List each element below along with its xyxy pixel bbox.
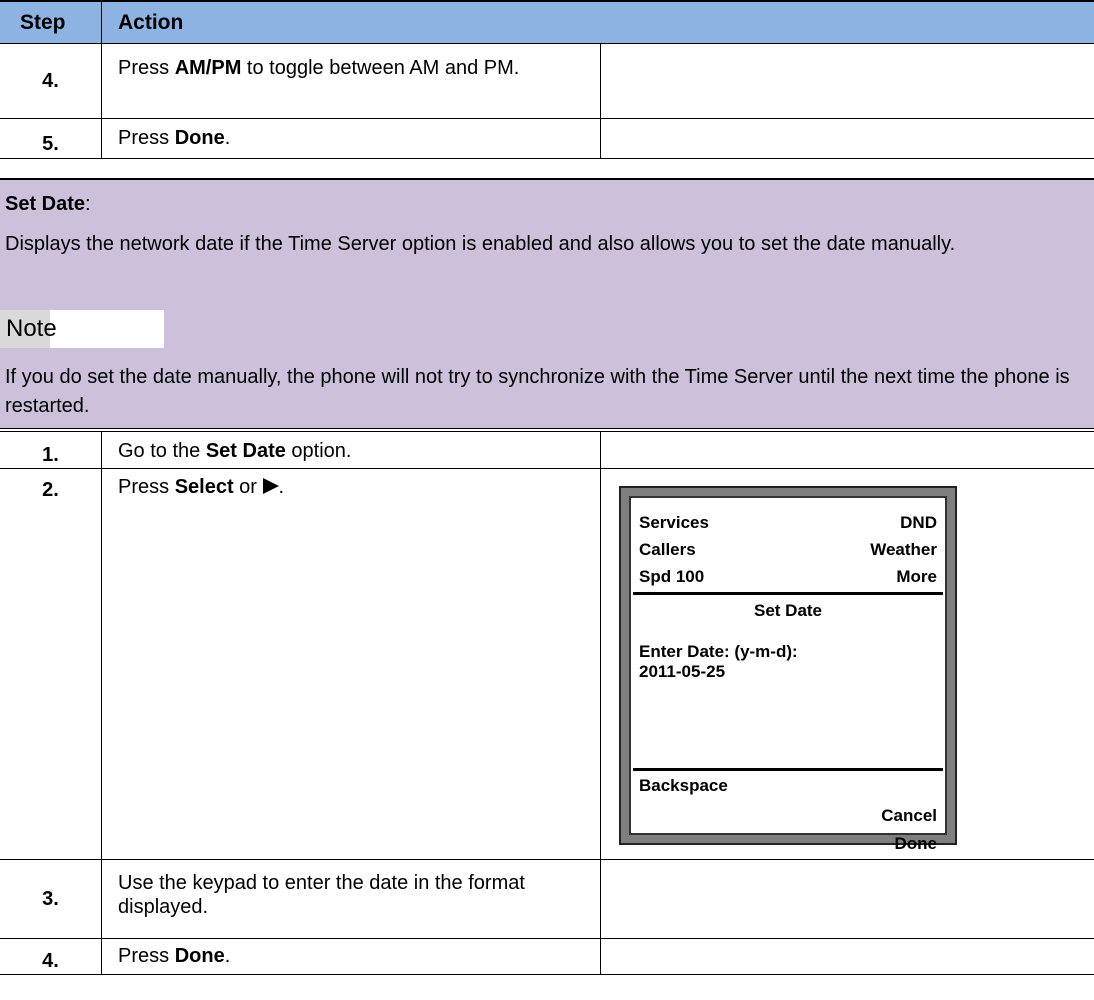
note-text: If you do set the date manually, the pho… (5, 366, 1070, 417)
table-header: Step Action (0, 0, 1094, 44)
column-divider (101, 469, 102, 859)
column-divider (101, 860, 102, 938)
right-arrow-icon (262, 478, 279, 494)
step-number: 2. (42, 479, 59, 501)
phone-screen: Services DND Callers Weather Spd 100 Mor… (629, 496, 947, 853)
table-row: 3. Use the keypad to enter the date in t… (0, 860, 1094, 939)
section-title: Set Date: (5, 193, 91, 215)
step-number: 4. (42, 70, 59, 92)
step-action: Press Select or . (118, 476, 285, 498)
softkey-done[interactable]: Done (895, 834, 938, 854)
column-divider (101, 119, 102, 158)
column-divider (600, 119, 601, 158)
step-number: 4. (42, 950, 59, 972)
note-callout: Note (0, 310, 164, 348)
table-row: 1. Go to the Set Date option. (0, 432, 1094, 469)
step-action: Press Done. (118, 127, 231, 149)
softkey-spd-100[interactable]: Spd 100 (639, 567, 704, 587)
column-divider (600, 860, 601, 938)
step-action: Press Done. (118, 945, 231, 967)
softkey-callers[interactable]: Callers (639, 540, 696, 560)
column-divider (600, 939, 601, 974)
procedure-table: Step Action 4. Press AM/PM to toggle bet… (0, 0, 1094, 1000)
column-divider (600, 469, 601, 859)
step-action: Press AM/PM to toggle between AM and PM. (118, 57, 520, 79)
step-action: Go to the Set Date option. (118, 440, 352, 462)
screen-divider (633, 768, 943, 771)
screen-divider (633, 592, 943, 595)
step-action: Use the keypad to enter the date in the … (118, 872, 525, 918)
table-row: 5. Press Done. (0, 119, 1094, 159)
softkey-more[interactable]: More (896, 567, 937, 587)
header-step: Step (20, 11, 66, 34)
section-description: Displays the network date if the Time Se… (5, 233, 956, 255)
column-divider (101, 939, 102, 974)
note-label: Note (6, 315, 57, 342)
date-prompt: Enter Date: (y-m-d): (639, 642, 798, 661)
softkey-backspace[interactable]: Backspace (639, 776, 728, 796)
column-divider (101, 432, 102, 468)
date-value: 2011-05-25 (639, 662, 726, 681)
softkey-cancel[interactable]: Cancel (881, 806, 937, 826)
step-number: 3. (42, 888, 59, 910)
softkey-weather[interactable]: Weather (870, 540, 937, 560)
column-divider (101, 44, 102, 118)
softkey-services[interactable]: Services (639, 513, 709, 533)
step-number: 1. (42, 444, 59, 466)
header-divider (101, 2, 102, 44)
column-divider (600, 432, 601, 468)
set-date-section: Set Date: Displays the network date if t… (0, 178, 1094, 429)
screen-title: Set Date (753, 601, 823, 620)
softkey-dnd[interactable]: DND (900, 513, 937, 533)
table-row: 4. Press AM/PM to toggle between AM and … (0, 44, 1094, 119)
header-action: Action (118, 11, 184, 34)
column-divider (600, 44, 601, 118)
phone-display: Services DND Callers Weather Spd 100 Mor… (619, 486, 957, 853)
step-number: 5. (42, 133, 59, 155)
table-row: 4. Press Done. (0, 939, 1094, 975)
